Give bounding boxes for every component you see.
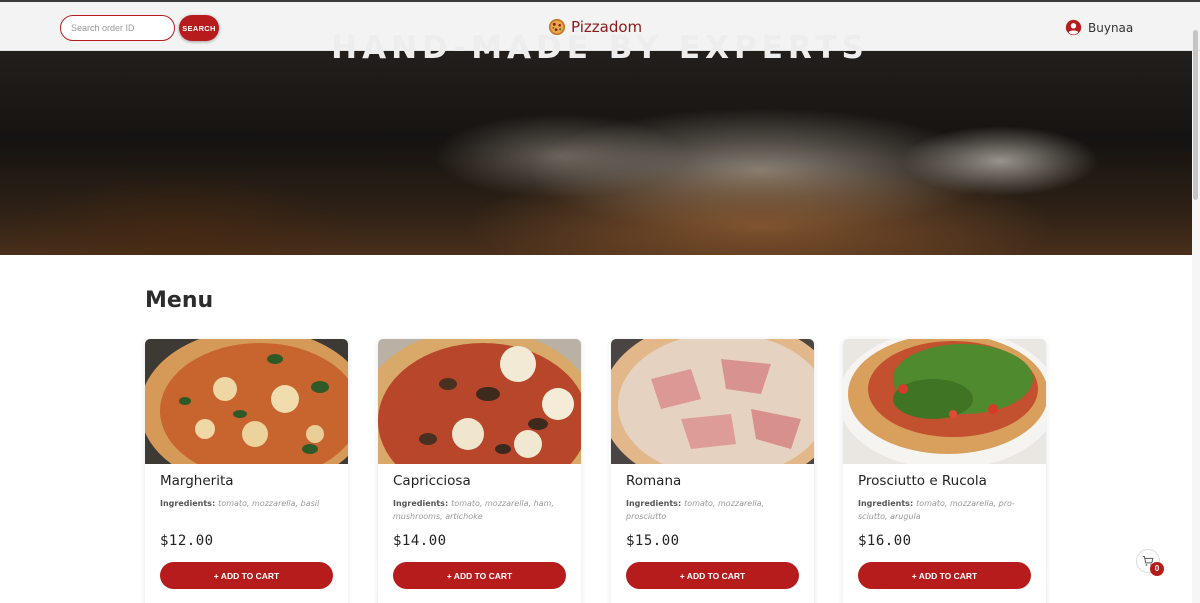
menu-card-prosciutto-e-rucola: Prosciutto e Rucola Ingredients: tomato, …	[843, 339, 1046, 603]
pizza-name: Romana	[626, 473, 682, 489]
ingredients-text: tomato, mozzarella, basil	[218, 499, 320, 508]
pizza-ingredients: Ingredients: tomato, mozzarella, ham, mus…	[393, 497, 571, 523]
menu-title: Menu	[145, 288, 214, 313]
ingredients-label: Ingredients:	[393, 499, 449, 508]
pizza-name: Capricciosa	[393, 473, 471, 489]
scrollbar-thumb[interactable]	[1193, 30, 1198, 200]
pizza-image	[145, 339, 348, 464]
pizza-price: $15.00	[626, 533, 680, 549]
pizza-price: $12.00	[160, 533, 214, 549]
pizza-price: $14.00	[393, 533, 447, 549]
add-to-cart-button[interactable]: + ADD TO CART	[858, 562, 1031, 589]
pizza-image	[611, 339, 814, 464]
ingredients-label: Ingredients:	[160, 499, 216, 508]
hero-title: HAND-MADE BY EXPERTS	[331, 30, 869, 66]
pizza-price: $16.00	[858, 533, 912, 549]
ingredients-label: Ingredients:	[858, 499, 914, 508]
add-to-cart-button[interactable]: + ADD TO CART	[393, 562, 566, 589]
pizza-image	[378, 339, 581, 464]
add-to-cart-button[interactable]: + ADD TO CART	[160, 562, 333, 589]
menu-card-capricciosa: Capricciosa Ingredients: tomato, mozzarel…	[378, 339, 581, 603]
pizza-image	[843, 339, 1046, 464]
pizza-ingredients: Ingredients: tomato, mozzarella, basil	[160, 497, 338, 510]
hero-banner	[0, 51, 1192, 255]
menu-card-margherita: Margherita Ingredients: tomato, mozzarell…	[145, 339, 348, 603]
hero-overlay	[0, 51, 1192, 255]
cart-count-badge: 0	[1150, 562, 1164, 576]
add-to-cart-button[interactable]: + ADD TO CART	[626, 562, 799, 589]
pizza-name: Prosciutto e Rucola	[858, 473, 987, 489]
ingredients-label: Ingredients:	[626, 499, 682, 508]
menu-card-romana: Romana Ingredients: tomato, mozzarella, p…	[611, 339, 814, 603]
pizza-name: Margherita	[160, 473, 234, 489]
pizza-ingredients: Ingredients: tomato, mozzarella, pro-sciu…	[858, 497, 1036, 523]
pizza-ingredients: Ingredients: tomato, mozzarella, prosciut…	[626, 497, 804, 523]
